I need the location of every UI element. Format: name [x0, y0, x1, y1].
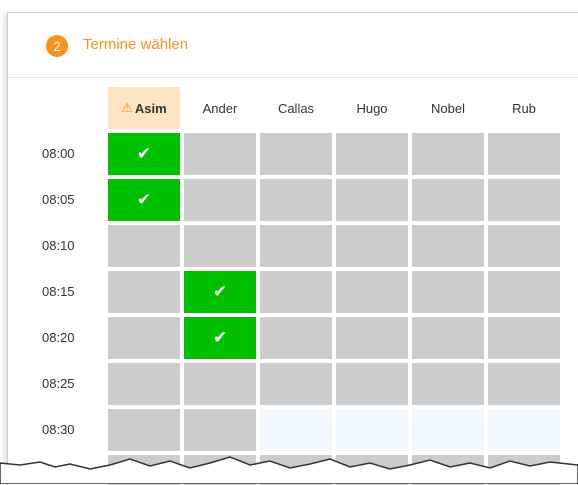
- time-slot-busy: [108, 225, 180, 267]
- time-slot-busy: [488, 179, 560, 221]
- time-slot-busy: [336, 363, 408, 405]
- provider-rub[interactable]: Rub: [488, 87, 560, 129]
- time-label: 08:30: [42, 422, 75, 437]
- time-slot-busy: [412, 363, 484, 405]
- time-slot-selected[interactable]: ✔: [184, 271, 256, 313]
- time-slot-busy: [108, 271, 180, 313]
- torn-edge-decoration: [0, 456, 578, 484]
- time-slot-busy: [488, 363, 560, 405]
- time-slot-busy: [260, 179, 332, 221]
- time-slot-busy: [412, 271, 484, 313]
- time-slot-busy: [488, 271, 560, 313]
- checkmark-icon: ✔: [212, 282, 228, 301]
- time-slot-busy: [260, 317, 332, 359]
- provider-name: Asim: [134, 100, 167, 116]
- time-slot-busy: [184, 179, 256, 221]
- time-slot-selected[interactable]: ✔: [184, 317, 256, 359]
- provider-name: Ander: [202, 100, 238, 116]
- step-title: Termine wählen: [83, 36, 189, 53]
- step-header: 2 Termine wählen: [8, 13, 578, 78]
- time-slot-selected[interactable]: ✔: [108, 179, 180, 221]
- time-label: 08:05: [42, 192, 75, 207]
- time-slot-busy: [260, 133, 332, 175]
- time-label: 08:00: [42, 146, 75, 161]
- time-label: 08:10: [42, 238, 75, 253]
- time-slot-busy: [336, 271, 408, 313]
- checkmark-icon: ✔: [212, 328, 228, 347]
- time-slot-busy: [184, 409, 256, 451]
- time-slot-busy: [108, 409, 180, 451]
- time-slot-busy: [108, 363, 180, 405]
- time-slot-busy: [336, 317, 408, 359]
- time-slot-free[interactable]: [412, 409, 484, 451]
- time-slot-free[interactable]: [260, 409, 332, 451]
- time-slot-busy: [184, 133, 256, 175]
- time-slot-busy: [336, 225, 408, 267]
- time-slot-busy: [260, 225, 332, 267]
- time-slot-busy: [184, 363, 256, 405]
- time-label: 08:20: [42, 330, 75, 345]
- provider-ander[interactable]: Ander: [184, 87, 256, 129]
- provider-hugo[interactable]: Hugo: [336, 87, 408, 129]
- time-label: 08:25: [42, 376, 75, 391]
- provider-name: Rub: [512, 100, 536, 116]
- checkmark-icon: ✔: [136, 144, 152, 163]
- step-number-badge: 2: [46, 35, 68, 57]
- provider-name: Nobel: [431, 100, 465, 116]
- time-slot-busy: [108, 317, 180, 359]
- time-slot-busy: [488, 133, 560, 175]
- time-slot-free[interactable]: [488, 409, 560, 451]
- time-slot-busy: [412, 179, 484, 221]
- provider-asim[interactable]: ⚠ Asim: [108, 87, 180, 129]
- time-slot-busy: [260, 271, 332, 313]
- time-slot-selected[interactable]: ✔: [108, 133, 180, 175]
- checkmark-icon: ✔: [136, 190, 152, 209]
- provider-callas[interactable]: Callas: [260, 87, 332, 129]
- time-label: 08:15: [42, 284, 75, 299]
- appointment-panel: 2 Termine wählen ⚠ Asim Ander Callas Hugo Nob…: [7, 12, 578, 485]
- time-slot-busy: [336, 179, 408, 221]
- warning-triangle-icon: ⚠: [121, 100, 133, 115]
- time-slot-busy: [412, 225, 484, 267]
- provider-nobel[interactable]: Nobel: [412, 87, 484, 129]
- time-slot-busy: [488, 225, 560, 267]
- time-slot-busy: [184, 225, 256, 267]
- time-slot-busy: [488, 317, 560, 359]
- provider-name: Hugo: [356, 100, 388, 116]
- time-slot-busy: [412, 133, 484, 175]
- provider-header-row: ⚠ Asim Ander Callas Hugo Nobel Rub: [8, 87, 578, 129]
- time-slot-busy: [412, 317, 484, 359]
- time-slot-busy: [336, 133, 408, 175]
- provider-name: Callas: [277, 100, 315, 116]
- time-slot-busy: [260, 363, 332, 405]
- time-slot-free[interactable]: [336, 409, 408, 451]
